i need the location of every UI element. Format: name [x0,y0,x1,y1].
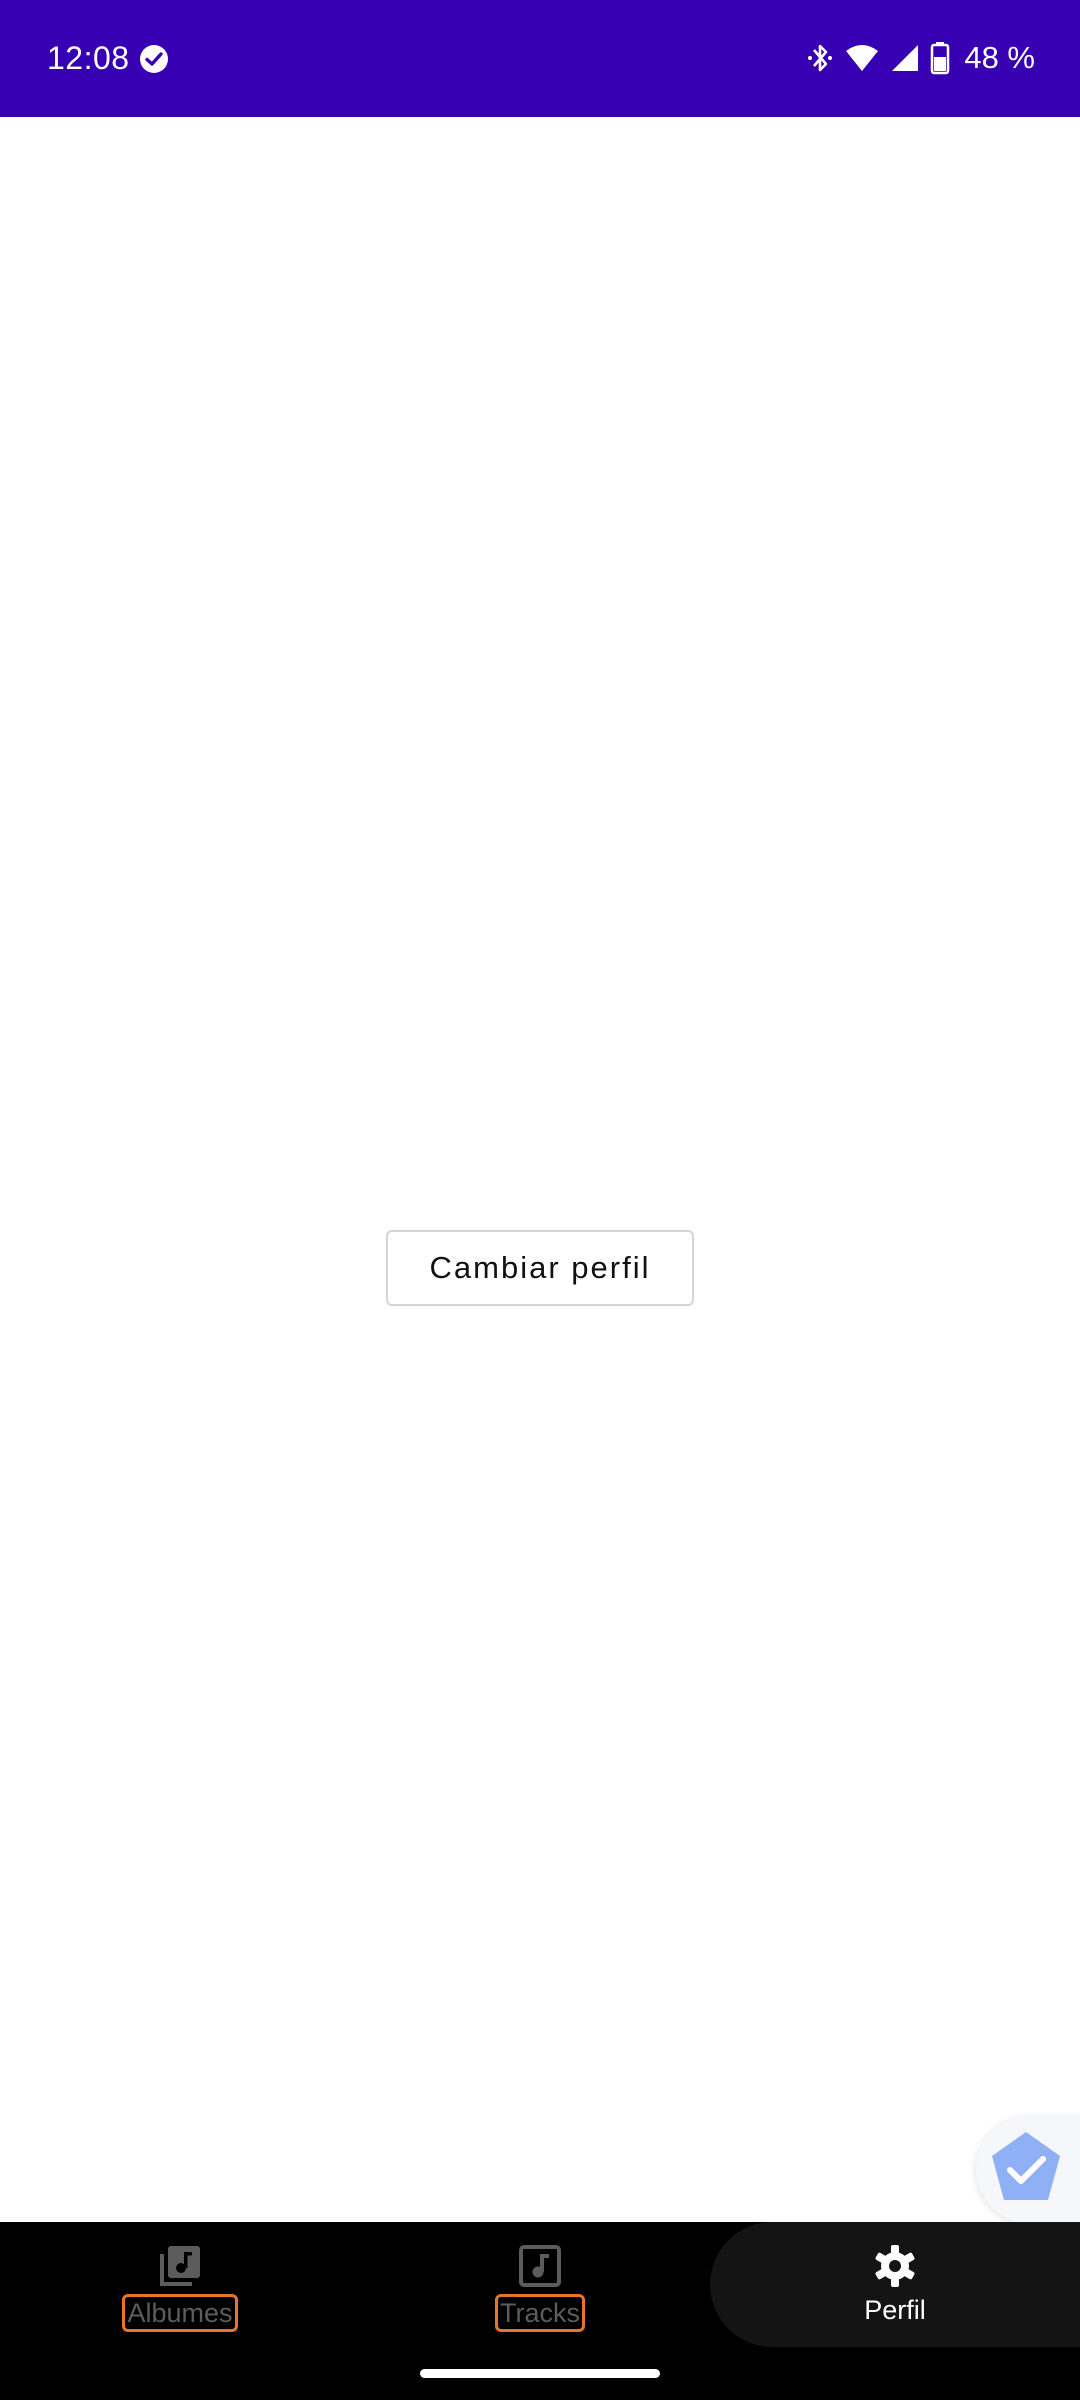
nav-item-tracks[interactable]: Tracks [460,2222,620,2347]
nav-label-perfil: Perfil [864,2295,926,2325]
gear-icon [875,2245,915,2287]
battery-icon [931,42,950,75]
change-profile-button[interactable]: Cambiar perfil [386,1230,694,1306]
status-bar: 12:08 48 % [0,0,1080,117]
wifi-icon [846,45,879,71]
music-note-icon [519,2245,561,2287]
floating-accessibility-badge[interactable] [976,2114,1080,2224]
screen: 12:08 48 % Cambiar perfil Albumes Tracks… [0,0,1080,2400]
home-indicator[interactable] [420,2369,660,2378]
check-shield-icon [992,2132,1060,2200]
check-circle-icon [140,45,168,73]
nav-item-albumes[interactable]: Albumes [100,2222,260,2347]
battery-percent: 48 % [964,40,1035,75]
album-library-icon [160,2246,200,2286]
nav-item-perfil[interactable]: Perfil [710,2222,1080,2347]
status-time: 12:08 [47,40,130,76]
bottom-navigation: Albumes Tracks Perfil [0,2222,1080,2400]
nav-label-tracks: Tracks [495,2294,585,2332]
signal-icon [892,45,919,71]
nav-label-albumes: Albumes [122,2294,238,2332]
status-icons: 48 % [806,38,1035,78]
bluetooth-icon [808,44,833,72]
